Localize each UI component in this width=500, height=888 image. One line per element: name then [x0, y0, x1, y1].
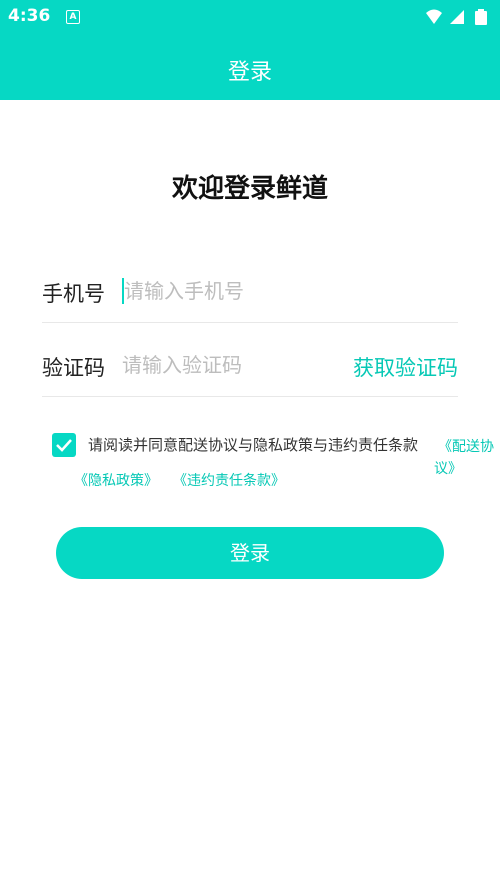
system-icons	[424, 8, 492, 26]
code-label: 验证码	[42, 356, 105, 380]
login-button[interactable]: 登录	[56, 527, 444, 579]
breach-terms-link[interactable]: 《违约责任条款》	[173, 470, 285, 490]
code-row: 验证码 获取验证码	[42, 340, 458, 397]
delivery-agreement-link-continued[interactable]: 议》	[434, 458, 462, 478]
welcome-heading: 欢迎登录鲜道	[171, 174, 328, 204]
notification-icon: A	[66, 10, 80, 24]
get-code-button[interactable]: 获取验证码	[353, 352, 458, 382]
status-bar: 4:36 A	[0, 0, 500, 36]
wifi-icon	[426, 9, 442, 24]
phone-row: 手机号	[42, 266, 458, 323]
agreement-text: 请阅读并同意配送协议与隐私政策与违约责任条款	[88, 436, 419, 454]
signal-icon	[450, 10, 464, 24]
privacy-policy-link[interactable]: 《隐私政策》	[74, 470, 158, 490]
phone-input[interactable]	[124, 274, 344, 308]
battery-icon	[475, 9, 487, 25]
phone-label: 手机号	[42, 282, 105, 306]
agree-checkbox[interactable]	[52, 433, 76, 457]
delivery-agreement-link[interactable]: 《配送协	[438, 436, 494, 456]
status-time: 4:36	[8, 6, 51, 26]
code-input[interactable]	[122, 348, 342, 382]
app-bar: 登录	[0, 36, 500, 100]
check-icon	[56, 439, 72, 452]
app-title: 登录	[227, 60, 272, 85]
